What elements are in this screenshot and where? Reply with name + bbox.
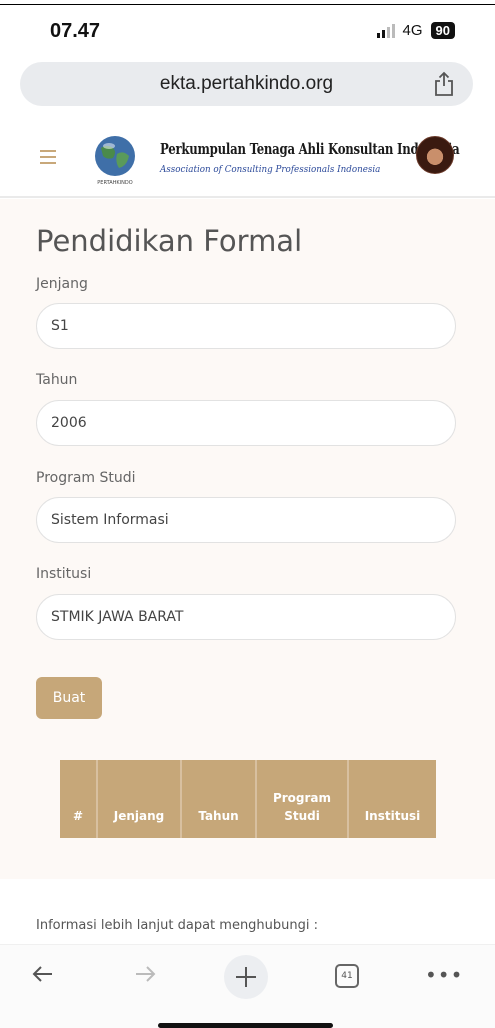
address-bar[interactable]: ekta.pertahkindo.org — [20, 62, 473, 106]
education-table-header: # Jenjang Tahun Program Studi Institusi — [60, 760, 436, 838]
status-time: 07.47 — [50, 20, 101, 42]
jenjang-label: Jenjang — [36, 276, 88, 292]
column-header-tahun: Tahun — [182, 760, 257, 838]
column-header-program-studi: Program Studi — [257, 760, 349, 838]
page-title: Pendidikan Formal — [36, 224, 303, 258]
status-bar: 07.47 4G 90 — [0, 12, 495, 52]
new-tab-button[interactable] — [224, 955, 268, 999]
contact-info-text: Informasi lebih lanjut dapat menghubungi… — [36, 918, 319, 933]
more-icon[interactable]: ••• — [425, 963, 463, 987]
column-header-number: # — [60, 760, 98, 838]
org-subtitle: Association of Consulting Professionals … — [160, 164, 381, 175]
avatar[interactable] — [416, 136, 454, 174]
program-studi-value: Sistem Informasi — [51, 512, 169, 528]
tahun-field[interactable]: 2006 — [36, 400, 456, 446]
form-panel: Pendidikan Formal Jenjang S1 Tahun 2006 … — [0, 199, 495, 879]
tabs-button[interactable]: 41 — [335, 964, 359, 988]
institusi-value: STMIK JAWA BARAT — [51, 609, 184, 625]
home-indicator — [158, 1023, 333, 1028]
jenjang-value: S1 — [51, 318, 69, 334]
globe-logo-icon — [95, 136, 135, 176]
back-arrow-icon[interactable] — [30, 961, 56, 987]
tahun-value: 2006 — [51, 415, 87, 431]
forward-arrow-icon[interactable] — [132, 961, 158, 987]
org-name: Perkumpulan Tenaga Ahli Konsultan Indone… — [160, 140, 460, 158]
institusi-label: Institusi — [36, 566, 92, 582]
signal-icon — [376, 23, 395, 38]
tahun-label: Tahun — [36, 372, 78, 388]
url-text[interactable]: ekta.pertahkindo.org — [20, 73, 473, 95]
institusi-field[interactable]: STMIK JAWA BARAT — [36, 594, 456, 640]
battery-icon: 90 — [430, 22, 455, 39]
network-type: 4G — [402, 22, 423, 39]
top-divider — [0, 4, 495, 5]
browser-toolbar: 41 ••• — [0, 944, 495, 1028]
logo-caption: PERTAHKINDO — [97, 180, 133, 186]
column-header-institusi: Institusi — [364, 809, 421, 823]
plus-icon — [236, 967, 256, 987]
program-studi-label: Program Studi — [36, 470, 136, 486]
program-studi-field[interactable]: Sistem Informasi — [36, 497, 456, 543]
jenjang-field[interactable]: S1 — [36, 303, 456, 349]
buat-button[interactable]: Buat — [36, 677, 102, 719]
status-indicators: 4G 90 — [376, 22, 455, 39]
menu-icon[interactable] — [40, 150, 56, 164]
site-header: PERTAHKINDO Perkumpulan Tenaga Ahli Kons… — [0, 118, 495, 198]
column-header-jenjang: Jenjang — [98, 760, 182, 838]
share-icon[interactable] — [433, 71, 455, 97]
